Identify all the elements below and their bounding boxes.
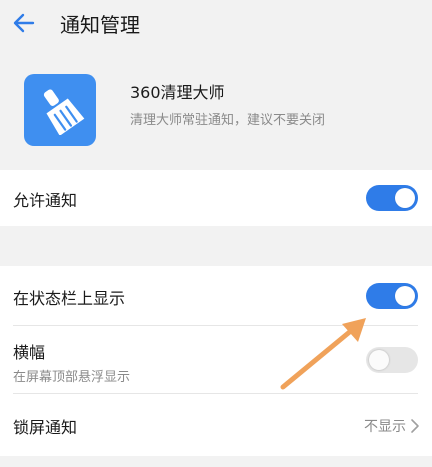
lock-screen-value-text: 不显示: [364, 419, 406, 435]
banner-label: 横幅: [13, 343, 46, 362]
toggle-knob: [395, 286, 415, 306]
page-title: 通知管理: [60, 12, 140, 37]
header: 通知管理: [0, 0, 432, 46]
allow-notifications-label: 允许通知: [13, 191, 78, 210]
row-banner: 横幅 在屏幕顶部悬浮显示: [0, 326, 432, 394]
lock-screen-value[interactable]: 不显示: [364, 416, 420, 436]
row-lock-screen[interactable]: 锁屏通知 不显示: [0, 394, 432, 456]
toggle-knob: [395, 188, 415, 208]
lock-screen-label: 锁屏通知: [13, 418, 78, 437]
app-name: 360清理大师: [130, 82, 225, 102]
allow-notifications-toggle[interactable]: [366, 185, 418, 211]
app-icon: [24, 74, 96, 146]
broom-icon: [43, 89, 85, 135]
arrow-left-icon: [13, 13, 35, 33]
app-description: 清理大师常驻通知，建议不要关闭: [130, 112, 326, 128]
banner-toggle[interactable]: [366, 347, 418, 373]
banner-sublabel: 在屏幕顶部悬浮显示: [13, 370, 131, 385]
status-bar-label: 在状态栏上显示: [13, 289, 126, 308]
status-bar-toggle[interactable]: [366, 283, 418, 309]
app-info: 360清理大师 清理大师常驻通知，建议不要关闭: [0, 58, 432, 162]
row-status-bar: 在状态栏上显示: [0, 266, 432, 326]
back-button[interactable]: [4, 3, 44, 43]
toggle-knob: [369, 350, 389, 370]
chevron-right-icon: [411, 419, 419, 433]
row-allow-notifications: 允许通知: [0, 170, 432, 226]
